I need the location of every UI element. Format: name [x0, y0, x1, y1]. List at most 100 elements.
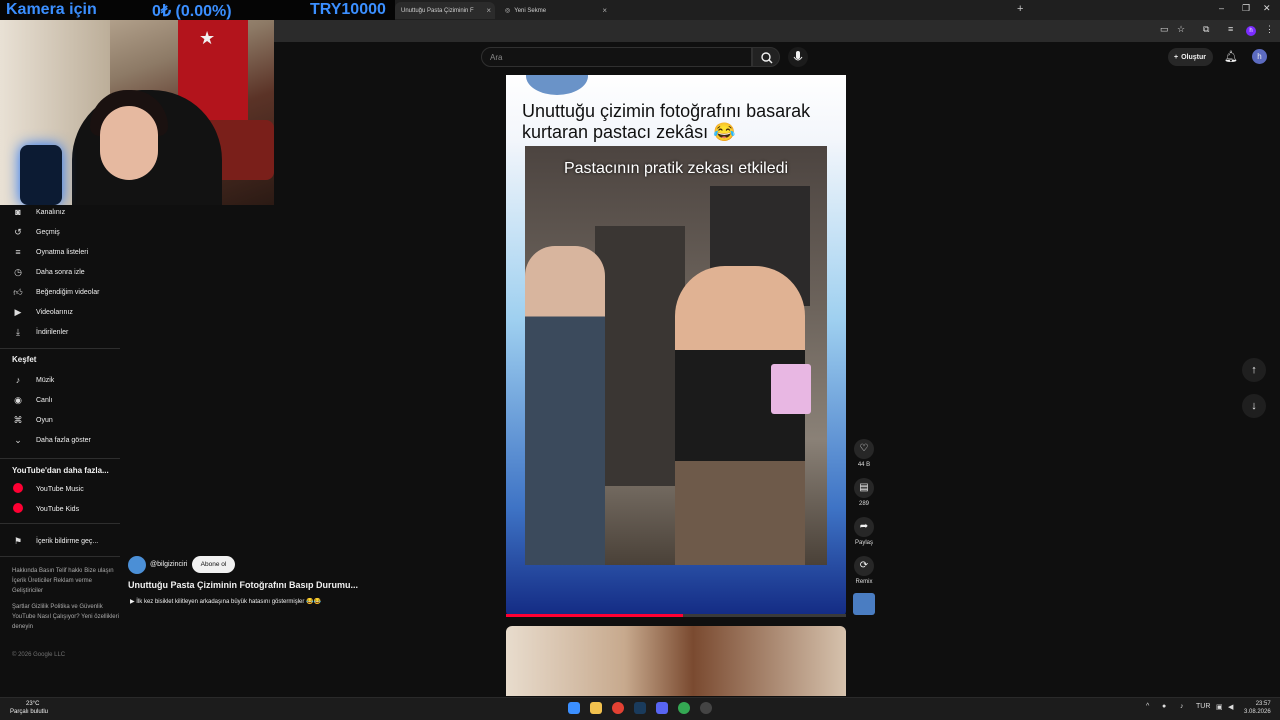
mic-icon — [793, 51, 803, 61]
sidebar-item-you-2[interactable]: ≡ Oynatma listeleri — [0, 242, 120, 262]
sidebar-item-you-1[interactable]: ↺ Geçmiş — [0, 222, 120, 242]
comment-button[interactable]: ▤ 289 — [852, 478, 876, 507]
language-indicator[interactable]: TUR — [1196, 703, 1210, 710]
thumb-up-icon: 👍︎ — [13, 286, 23, 297]
obs-icon[interactable] — [700, 702, 712, 714]
tab-active[interactable]: Unuttuğu Pasta Çiziminin F × — [395, 2, 495, 19]
next-short-button[interactable]: ↓ — [1242, 394, 1266, 418]
webcam-feed: ★ — [0, 20, 274, 205]
video-progress-bar[interactable] — [506, 614, 846, 617]
sidebar-item-label: Oynatma listeleri — [36, 248, 89, 256]
short-subtitle[interactable]: ▶ İlk kez bisiklet kilitleyen arkadaşına… — [130, 598, 321, 605]
weather-widget[interactable]: 23°C Parçalı bulutlu — [10, 700, 48, 716]
tray-app-icon[interactable]: ● — [1162, 703, 1166, 710]
network-icon[interactable]: ▣ — [1216, 703, 1223, 711]
channel-icon: ◙ — [15, 207, 21, 217]
close-icon[interactable]: × — [486, 6, 491, 15]
sidebar-item-report[interactable]: ⚑ İçerik bildirme geç... — [0, 531, 120, 551]
comment-icon: ▤ — [854, 478, 874, 498]
like-button[interactable]: ♡ 44 B — [852, 439, 876, 468]
maximize-icon[interactable]: ❐ — [1242, 3, 1250, 14]
sidebar-item-you-5[interactable]: ▶ Videolarınız — [0, 302, 120, 322]
new-tab-button[interactable]: + — [1017, 3, 1023, 15]
sidebar-item-you-0[interactable]: ◙ Kanalınız — [0, 202, 120, 222]
history-icon: ↺ — [14, 226, 22, 237]
sidebar-item-label: Beğendiğim videolar — [36, 288, 100, 296]
tab-bar: Unuttuğu Pasta Çiziminin F × ◎ Yeni Sekm… — [395, 0, 1280, 20]
sidebar-item-you-4[interactable]: 👍︎ Beğendiğim videolar — [0, 282, 120, 302]
voice-search-button[interactable] — [788, 47, 808, 67]
globe-icon: ◎ — [505, 8, 511, 14]
subscribe-button[interactable]: Abone ol — [192, 556, 235, 573]
sidebar-item-explore-3[interactable]: ⌄ Daha fazla göster — [0, 430, 120, 450]
chrome-icon[interactable] — [612, 702, 624, 714]
video-icon: ▶ — [14, 306, 22, 317]
minimize-icon[interactable]: – — [1219, 3, 1224, 13]
close-window-icon[interactable]: ✕ — [1263, 3, 1271, 14]
cast-icon[interactable]: ▭ — [1160, 24, 1169, 35]
previous-short-button[interactable]: ↑ — [1242, 358, 1266, 382]
clock[interactable]: 23:57 3.08.2026 — [1244, 700, 1271, 716]
extensions-icon[interactable]: ⧉ — [1203, 24, 1209, 35]
tray-mic-icon[interactable]: ♪ — [1180, 703, 1184, 710]
footer-links-2[interactable]: Şartlar Gizlilik Politika ve Güvenlik Yo… — [12, 602, 122, 632]
share-label: Paylaş — [854, 540, 873, 546]
remix-button[interactable]: ⟳ Remix — [852, 556, 876, 585]
tray-chevron-icon[interactable]: ^ — [1146, 703, 1149, 710]
price-label: 0₺ (0.00%) — [152, 3, 232, 20]
flag-icon: ⚑ — [13, 535, 23, 546]
address-bar[interactable] — [274, 20, 1280, 42]
video-channel-logo — [526, 75, 588, 95]
goal-label: TRY10000 — [310, 1, 386, 18]
next-short-preview[interactable] — [506, 626, 846, 696]
sidebar-item-explore-2[interactable]: ⌘ Oyun — [0, 410, 120, 430]
sidebar-item-explore-0[interactable]: ♪ Müzik — [0, 370, 120, 390]
video-progress-fill — [506, 614, 683, 617]
avatar[interactable]: h — [1252, 49, 1267, 64]
explore-heading: Keşfet — [12, 355, 37, 364]
divider — [0, 348, 120, 349]
channel-avatar[interactable] — [128, 556, 146, 574]
star-icon[interactable]: ☆ — [1177, 24, 1185, 35]
bell-icon[interactable]: 🔔︎ — [1224, 50, 1238, 63]
sidebar-item-label: Videolarınız — [36, 308, 73, 316]
sidebar-item-you-6[interactable]: ⤓ İndirilenler — [0, 322, 120, 342]
sidebar-item-explore-1[interactable]: ◉ Canlı — [0, 390, 120, 410]
divider — [0, 556, 120, 557]
menu-icon[interactable]: ⋮ — [1265, 24, 1274, 35]
search-button[interactable] — [752, 47, 780, 67]
short-title[interactable]: Unuttuğu Pasta Çiziminin Fotoğrafını Bas… — [128, 580, 388, 590]
close-icon[interactable]: × — [602, 6, 607, 15]
comment-count: 289 — [858, 501, 869, 507]
steam-icon[interactable] — [634, 702, 646, 714]
remix-label: Remix — [855, 579, 873, 585]
search-input[interactable]: Ara — [481, 47, 752, 67]
channel-name[interactable]: @bilgizinciri — [150, 561, 187, 568]
sidebar-item-label: Canlı — [36, 396, 53, 404]
arrow-up-icon: ↑ — [1251, 364, 1257, 376]
windows-start-icon[interactable] — [568, 702, 580, 714]
camera-label: Kamera için — [6, 1, 97, 18]
volume-icon[interactable]: ◀ — [1228, 703, 1233, 711]
sidebar-item-label: Daha sonra izle — [36, 268, 85, 276]
footer-links-1[interactable]: Hakkında Basın Telif hakkı Bize ulaşın İ… — [12, 566, 122, 596]
sidebar-item-label: Daha fazla göster — [36, 436, 91, 444]
sidebar-item-label: Müzik — [36, 376, 55, 384]
create-button[interactable]: + Oluştur — [1168, 48, 1213, 66]
sidebar-icon[interactable]: ≡ — [1228, 24, 1233, 34]
sidebar-item-you-3[interactable]: ◷ Daha sonra izle — [0, 262, 120, 282]
sidebar-item-youtube-kids[interactable]: YouTube Kids — [0, 499, 120, 519]
stream-overlay-bar: Kamera için 0₺ (0.00%) TRY10000 — [0, 0, 395, 20]
plus-icon: + — [1174, 53, 1179, 61]
clock-icon: ◷ — [14, 266, 22, 277]
more-heading: YouTube'dan daha fazla... — [12, 466, 109, 475]
sidebar-item-youtube-music[interactable]: YouTube Music — [0, 479, 120, 499]
tab-new[interactable]: ◎ Yeni Sekme × — [499, 2, 611, 19]
share-button[interactable]: ➦ Paylaş — [852, 517, 876, 546]
discord-icon[interactable] — [656, 702, 668, 714]
short-video-player[interactable]: Unuttuğu çizimin fotoğrafını basarak kur… — [506, 75, 846, 617]
sound-thumbnail[interactable] — [853, 593, 875, 615]
file-explorer-icon[interactable] — [590, 702, 602, 714]
chrome-alt-icon[interactable] — [678, 702, 690, 714]
profile-avatar[interactable]: h — [1246, 26, 1256, 36]
